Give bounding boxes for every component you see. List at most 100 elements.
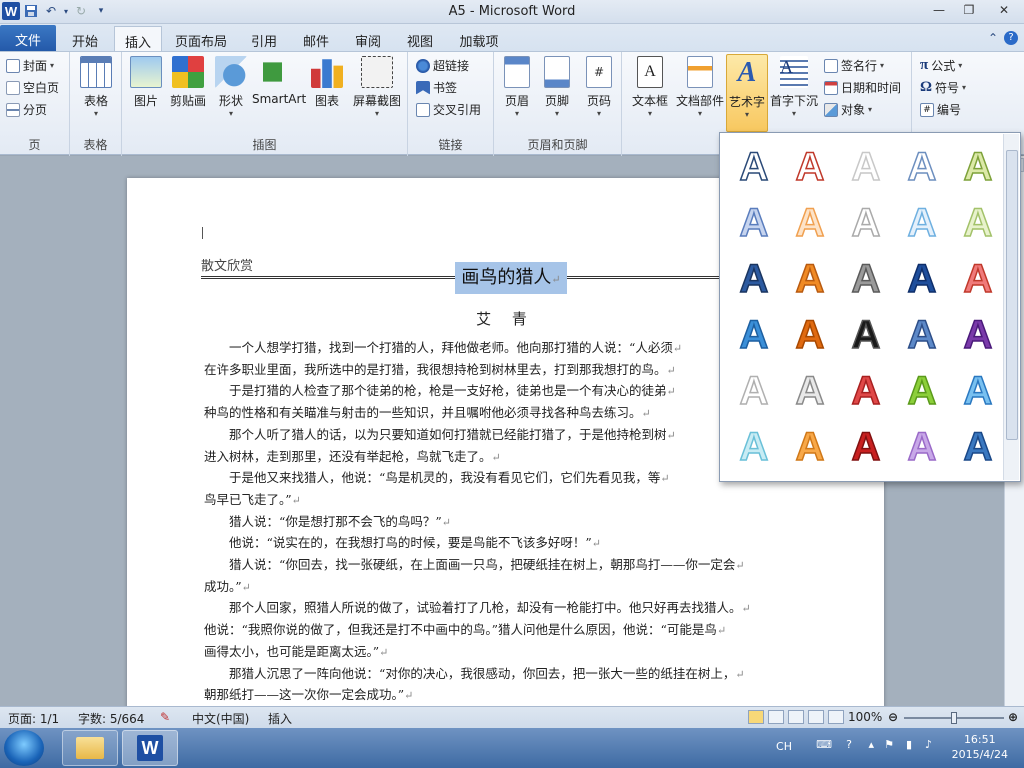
drop-cap-button[interactable]: A 首字下沉 ▾ [768, 56, 820, 118]
wordart-style-option[interactable]: A [838, 139, 894, 195]
word-logo-icon[interactable]: W [2, 2, 20, 20]
clock[interactable]: 16:51 2015/4/24 [952, 732, 1008, 762]
close-button[interactable]: ✕ [984, 0, 1024, 20]
customize-qat-icon[interactable]: ▾ [92, 2, 110, 20]
wordart-style-option[interactable]: A [894, 195, 950, 251]
cover-page-button[interactable]: 封面 ▾ [6, 57, 54, 74]
wordart-style-option[interactable]: A [726, 251, 782, 307]
tab-addins[interactable]: 加载项 [450, 26, 508, 52]
smartart-button[interactable]: SmartArt [252, 56, 306, 106]
quick-parts-button[interactable]: 文档部件 ▾ [674, 56, 726, 118]
tab-view[interactable]: 视图 [396, 26, 444, 52]
start-button[interactable] [4, 730, 44, 766]
wordart-style-option[interactable]: A [782, 195, 838, 251]
symbol-button[interactable]: Ω 符号 ▾ [920, 79, 966, 96]
header-button[interactable]: 页眉 ▾ [498, 56, 536, 118]
wordart-style-option[interactable]: A [894, 363, 950, 419]
wordart-style-option[interactable]: A [838, 307, 894, 363]
gallery-scrollbar[interactable] [1003, 134, 1019, 480]
wordart-style-option[interactable]: A [894, 139, 950, 195]
wordart-style-option[interactable]: A [950, 139, 1006, 195]
numbering-button[interactable]: # 编号 [920, 101, 961, 118]
restore-button[interactable]: ❐ [954, 0, 984, 20]
save-icon[interactable] [22, 2, 40, 20]
clip-art-button[interactable]: 剪贴画 [168, 56, 208, 109]
status-insert-mode[interactable]: 插入 [268, 710, 292, 727]
wordart-style-option[interactable]: A [782, 139, 838, 195]
wordart-style-option[interactable]: A [894, 307, 950, 363]
chart-button[interactable]: 图表 [310, 56, 344, 109]
object-button[interactable]: 对象 ▾ [824, 101, 872, 118]
wordart-style-option[interactable]: A [838, 363, 894, 419]
outline-view-button[interactable] [808, 710, 824, 724]
gallery-scroll-thumb[interactable] [1006, 150, 1018, 440]
tab-review[interactable]: 审阅 [344, 26, 392, 52]
tab-mailings[interactable]: 邮件 [292, 26, 340, 52]
table-button[interactable]: 表格 ▾ [78, 56, 114, 118]
wordart-style-option[interactable]: A [950, 307, 1006, 363]
tab-home[interactable]: 开始 [60, 26, 110, 52]
web-layout-view-button[interactable] [788, 710, 804, 724]
footer-button[interactable]: 页脚 ▾ [538, 56, 576, 118]
help-tray-icon[interactable]: ? [846, 738, 852, 751]
zoom-slider[interactable] [904, 712, 1004, 724]
wordart-style-option[interactable]: A [782, 363, 838, 419]
text-box-button[interactable]: A 文本框 ▾ [628, 56, 672, 118]
minimize-ribbon-icon[interactable]: ⌃ [988, 31, 998, 45]
date-time-button[interactable]: 日期和时间 [824, 79, 901, 96]
wordart-style-option[interactable]: A [950, 419, 1006, 475]
keyboard-icon[interactable]: ⌨ [816, 738, 832, 751]
wordart-style-option[interactable]: A [726, 419, 782, 475]
zoom-in-icon[interactable]: ⊕ [1008, 710, 1018, 724]
wordart-style-option[interactable]: A [950, 195, 1006, 251]
print-layout-view-button[interactable] [748, 710, 764, 724]
zoom-out-icon[interactable]: ⊖ [888, 710, 898, 724]
flag-icon[interactable]: ⚑ [884, 738, 894, 751]
status-word-count[interactable]: 字数: 5/664 [78, 710, 144, 727]
wordart-style-option[interactable]: A [838, 195, 894, 251]
status-page[interactable]: 页面: 1/1 [8, 710, 59, 727]
draft-view-button[interactable] [828, 710, 844, 724]
signature-line-button[interactable]: 签名行 ▾ [824, 57, 884, 74]
undo-dropdown-icon[interactable]: ▾ [62, 2, 70, 20]
document-title[interactable]: 画鸟的猎人↵ [455, 262, 567, 294]
status-language[interactable]: 中文(中国) [192, 710, 249, 727]
picture-button[interactable]: 图片 [128, 56, 164, 109]
show-hidden-icons[interactable]: ▴ [868, 738, 874, 751]
wordart-style-option[interactable]: A [726, 307, 782, 363]
page-number-button[interactable]: # 页码 ▾ [580, 56, 618, 118]
equation-button[interactable]: π 公式 ▾ [920, 57, 962, 74]
tab-page-layout[interactable]: 页面布局 [168, 26, 234, 52]
word-taskbar-item[interactable]: W [122, 730, 178, 766]
wordart-button[interactable]: A 艺术字 ▾ [726, 54, 768, 132]
full-screen-reading-view-button[interactable] [768, 710, 784, 724]
blank-page-button[interactable]: 空白页 [6, 79, 59, 96]
explorer-taskbar-item[interactable] [62, 730, 118, 766]
wordart-style-option[interactable]: A [782, 307, 838, 363]
ime-indicator[interactable]: CH [776, 740, 792, 753]
shapes-button[interactable]: 形状 ▾ [214, 56, 248, 118]
tab-file[interactable]: 文件 [0, 25, 56, 52]
minimize-button[interactable]: — [924, 0, 954, 20]
help-icon[interactable]: ? [1004, 31, 1018, 45]
wordart-style-option[interactable]: A [726, 139, 782, 195]
tab-insert[interactable]: 插入 [114, 26, 162, 52]
wordart-style-option[interactable]: A [838, 419, 894, 475]
bookmark-button[interactable]: 书签 [416, 79, 457, 96]
redo-icon[interactable]: ↻ [72, 2, 90, 20]
proofing-icon[interactable]: ✎ [160, 710, 170, 724]
wordart-style-option[interactable]: A [838, 251, 894, 307]
wordart-style-option[interactable]: A [894, 419, 950, 475]
wordart-style-option[interactable]: A [782, 419, 838, 475]
wordart-style-option[interactable]: A [894, 251, 950, 307]
wordart-style-option[interactable]: A [726, 195, 782, 251]
tab-references[interactable]: 引用 [240, 26, 288, 52]
screenshot-button[interactable]: 屏幕截图 ▾ [350, 56, 404, 118]
volume-icon[interactable]: ♪ [925, 738, 932, 751]
wordart-style-option[interactable]: A [950, 251, 1006, 307]
network-icon[interactable]: ▮ [906, 738, 912, 751]
hyperlink-button[interactable]: 超链接 [416, 57, 469, 74]
page-break-button[interactable]: 分页 [6, 101, 47, 118]
undo-icon[interactable]: ↶ [42, 2, 60, 20]
zoom-level[interactable]: 100% [848, 710, 882, 724]
